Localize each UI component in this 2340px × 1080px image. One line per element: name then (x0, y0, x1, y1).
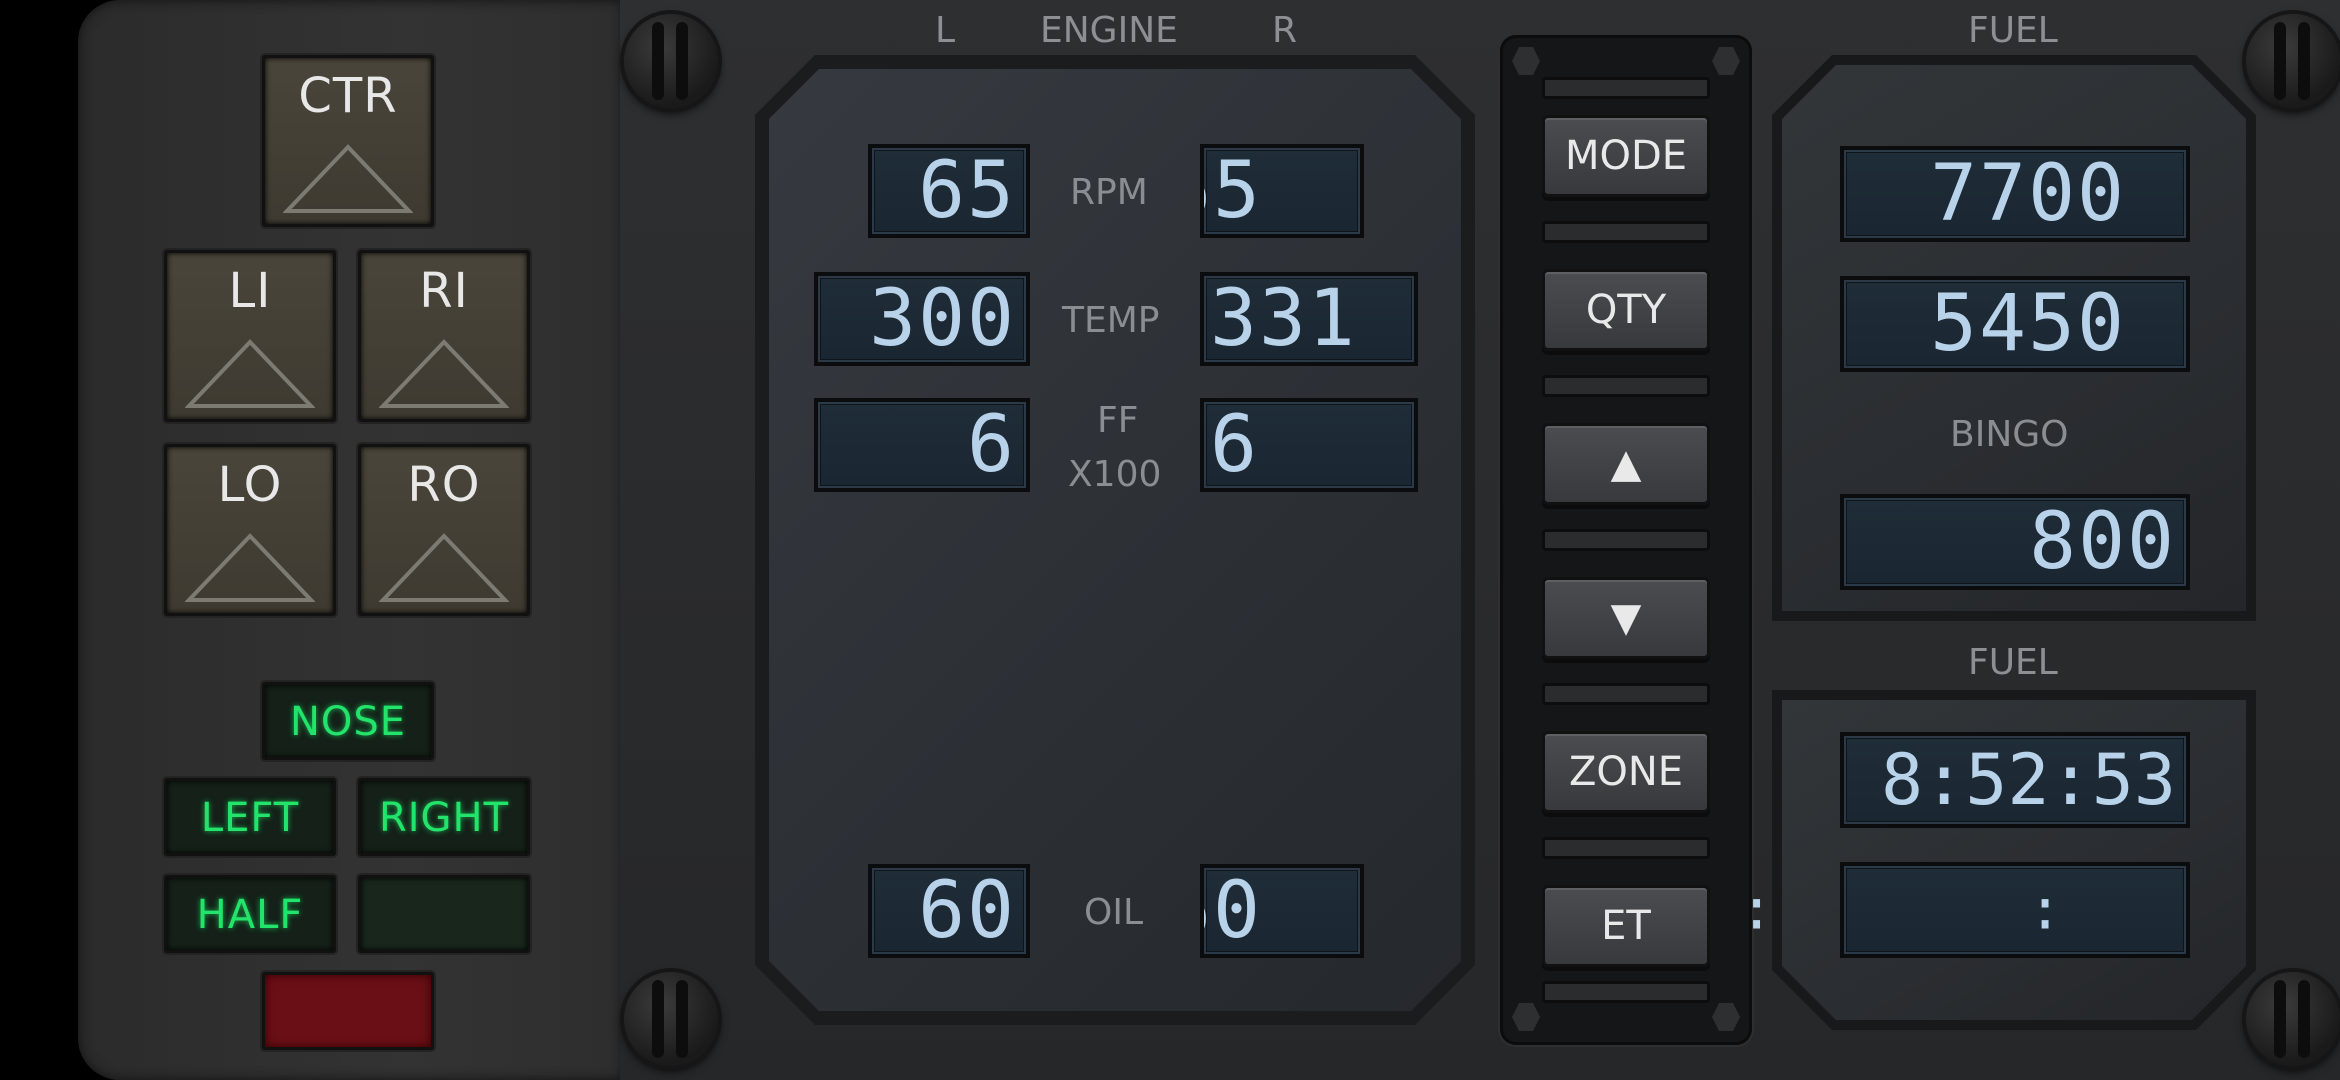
up-arrow-button[interactable]: ▲ (1542, 423, 1710, 505)
temp-left-readout: 300 (814, 272, 1030, 366)
triangle-icon (185, 533, 315, 602)
elapsed-time-readout: : : (1740, 862, 2190, 958)
qty-button[interactable]: QTY (1542, 269, 1710, 351)
oil-right-value: 60 (1204, 866, 1262, 956)
button-slot (1542, 683, 1710, 705)
down-arrow-button[interactable]: ▼ (1542, 577, 1710, 659)
li-label: LI (228, 263, 272, 319)
bingo-value: 800 (2029, 497, 2176, 587)
mode-button[interactable]: MODE (1542, 115, 1710, 197)
triangle-icon (379, 533, 509, 602)
ri-label: RI (419, 263, 469, 319)
fuel-bottom-header: FUEL (1968, 642, 2058, 683)
clock-readout: 8:52:53 (1840, 732, 2190, 828)
fuel-internal-readout: 5450 (1840, 276, 2190, 372)
ff-right-readout: 6 (1200, 398, 1418, 492)
rpm-right-value: 65 (1204, 146, 1262, 236)
half-flaps-light[interactable]: HALF (164, 875, 336, 953)
temp-right-readout: 331 (1200, 272, 1418, 366)
rpm-right-readout: 65 (1200, 144, 1364, 238)
ff-right-value: 6 (1210, 400, 1259, 490)
button-slot (1542, 221, 1710, 243)
elapsed-time-value: : : (1739, 877, 2086, 943)
ff-left-value: 6 (967, 400, 1016, 490)
ri-tank-light[interactable]: RI (358, 250, 530, 422)
triangle-icon (283, 144, 413, 213)
hex-bolt-icon (1712, 1003, 1740, 1031)
screw-icon (2246, 14, 2340, 108)
temp-right-value: 331 (1210, 274, 1357, 364)
oil-left-readout: 60 (868, 864, 1030, 958)
ctr-label: CTR (298, 68, 398, 124)
triangle-icon (185, 339, 315, 408)
oil-label: OIL (1084, 892, 1144, 933)
warning-red-light[interactable] (262, 972, 434, 1050)
ro-label: RO (407, 457, 481, 513)
screw-icon (624, 14, 718, 108)
oil-right-readout: 60 (1200, 864, 1364, 958)
engine-header-title: ENGINE (1040, 10, 1178, 51)
lo-label: LO (217, 457, 283, 513)
caution-light-panel: CTR LI RI LO RO NOSE LEFT RIGHT HALF (78, 0, 623, 1080)
ro-tank-light[interactable]: RO (358, 444, 530, 616)
hex-bolt-icon (1512, 47, 1540, 75)
rpm-left-readout: 65 (868, 144, 1030, 238)
zone-button[interactable]: ZONE (1542, 731, 1710, 813)
fuel-internal-value: 5450 (1930, 279, 2126, 369)
fuel-total-value: 7700 (1930, 149, 2126, 239)
button-slot (1542, 375, 1710, 397)
bingo-readout: 800 (1840, 494, 2190, 590)
et-button[interactable]: ET (1542, 885, 1710, 967)
right-label: RIGHT (378, 795, 510, 841)
ctr-tank-light[interactable]: CTR (262, 55, 434, 227)
nose-gear-light[interactable]: NOSE (262, 682, 434, 760)
fuel-top-header: FUEL (1968, 10, 2058, 51)
button-slot (1542, 981, 1710, 1003)
triangle-icon (379, 339, 509, 408)
ff-left-readout: 6 (814, 398, 1030, 492)
button-slot (1542, 837, 1710, 859)
button-slot (1542, 529, 1710, 551)
ff-scale-label: X100 (1068, 454, 1162, 495)
bingo-label: BINGO (1950, 414, 2069, 455)
rpm-left-value: 65 (918, 146, 1016, 236)
clock-value: 8:52:53 (1880, 739, 2176, 821)
blank-green-light[interactable] (358, 875, 530, 953)
button-column: MODE QTY ▲ ▼ ZONE ET (1500, 35, 1752, 1045)
fuel-total-readout: 7700 (1840, 146, 2190, 242)
engine-header-left: L (935, 10, 956, 51)
half-label: HALF (196, 892, 304, 938)
lo-tank-light[interactable]: LO (164, 444, 336, 616)
engine-header-right: R (1272, 10, 1298, 51)
hex-bolt-icon (1512, 1003, 1540, 1031)
screw-icon (624, 972, 718, 1066)
button-slot (1542, 77, 1710, 99)
screw-icon (2246, 972, 2340, 1066)
left-label: LEFT (200, 795, 300, 841)
left-gear-light[interactable]: LEFT (164, 778, 336, 856)
li-tank-light[interactable]: LI (164, 250, 336, 422)
hex-bolt-icon (1712, 47, 1740, 75)
temp-label: TEMP (1062, 300, 1160, 341)
oil-left-value: 60 (918, 866, 1016, 956)
temp-left-value: 300 (869, 274, 1016, 364)
nose-label: NOSE (289, 699, 407, 745)
ff-label: FF (1097, 400, 1139, 441)
rpm-label: RPM (1070, 172, 1148, 213)
right-gear-light[interactable]: RIGHT (358, 778, 530, 856)
